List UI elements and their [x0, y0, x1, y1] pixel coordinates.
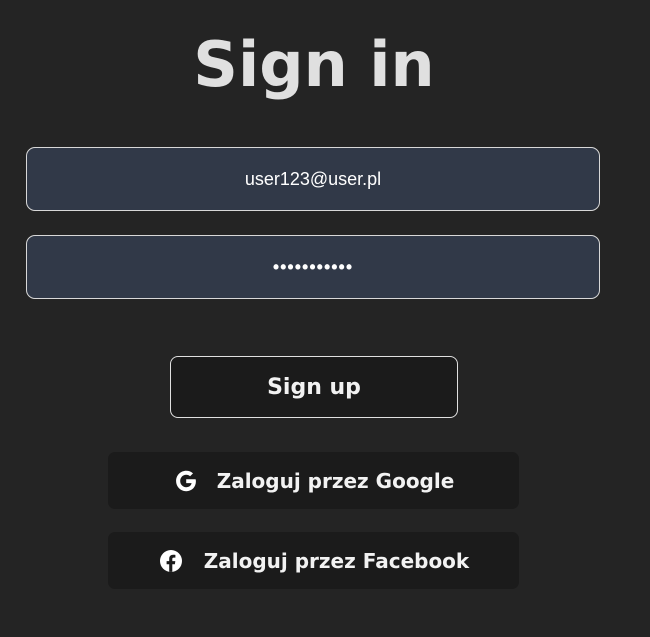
page-title: Sign in [193, 28, 435, 101]
sign-in-page: Sign in ••••••••••• Sign up Zaloguj prze… [0, 0, 650, 637]
email-field[interactable] [26, 147, 600, 211]
google-icon [173, 468, 199, 494]
facebook-login-button[interactable]: Zaloguj przez Facebook [108, 532, 519, 589]
facebook-login-label: Zaloguj przez Facebook [203, 548, 470, 573]
password-field[interactable]: ••••••••••• [26, 235, 600, 299]
google-login-label: Zaloguj przez Google [216, 468, 455, 493]
google-login-button[interactable]: Zaloguj przez Google [108, 452, 519, 509]
sign-up-button-label: Sign up [267, 374, 361, 400]
facebook-icon [158, 548, 184, 574]
sign-up-button[interactable]: Sign up [170, 356, 458, 418]
